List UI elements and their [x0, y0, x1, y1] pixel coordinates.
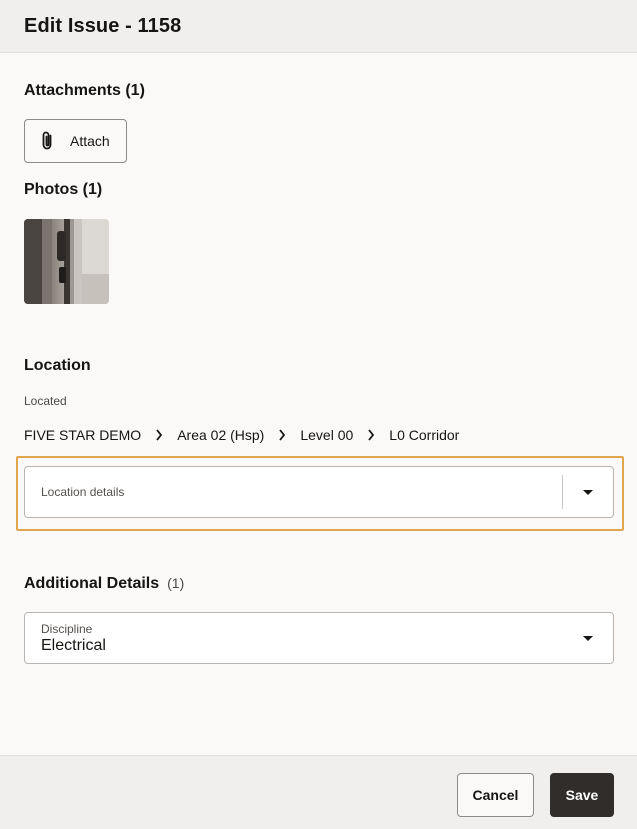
dialog-header: Edit Issue - 1158: [0, 0, 637, 53]
save-button[interactable]: Save: [550, 773, 614, 817]
caret-down-icon[interactable]: [583, 490, 593, 495]
discipline-select[interactable]: Discipline Electrical: [24, 612, 614, 664]
chevron-right-icon: [270, 429, 294, 441]
additional-details-title: Additional Details (1): [24, 575, 184, 593]
discipline-label: Discipline: [41, 622, 93, 636]
attachments-title: Attachments (1): [24, 82, 145, 99]
paperclip-icon: [42, 131, 52, 150]
page-title: Edit Issue - 1158: [24, 14, 182, 37]
dialog-footer: Cancel Save: [0, 755, 637, 829]
discipline-value: Electrical: [41, 637, 106, 654]
chevron-right-icon: [147, 429, 171, 441]
photo-thumbnail[interactable]: [24, 219, 109, 304]
location-breadcrumb: FIVE STAR DEMO Area 02 (Hsp) Level 00 L0…: [24, 426, 459, 444]
located-label: Located: [24, 394, 67, 408]
chevron-right-icon: [359, 429, 383, 441]
location-title: Location: [24, 357, 91, 374]
select-divider: [562, 475, 563, 509]
breadcrumb-item-room[interactable]: L0 Corridor: [389, 427, 459, 443]
additional-details-count: (1): [167, 575, 185, 591]
attach-button-label: Attach: [70, 133, 110, 149]
location-details-placeholder: Location details: [41, 485, 125, 499]
additional-details-label: Additional Details: [24, 575, 160, 592]
attach-button[interactable]: Attach: [24, 119, 127, 163]
photos-title: Photos (1): [24, 181, 103, 198]
breadcrumb-item-level[interactable]: Level 00: [300, 427, 353, 443]
cancel-button[interactable]: Cancel: [457, 773, 534, 817]
breadcrumb-item-project[interactable]: FIVE STAR DEMO: [24, 427, 141, 443]
breadcrumb-item-area[interactable]: Area 02 (Hsp): [177, 427, 264, 443]
location-details-select[interactable]: Location details: [24, 466, 614, 518]
caret-down-icon[interactable]: [583, 636, 593, 641]
